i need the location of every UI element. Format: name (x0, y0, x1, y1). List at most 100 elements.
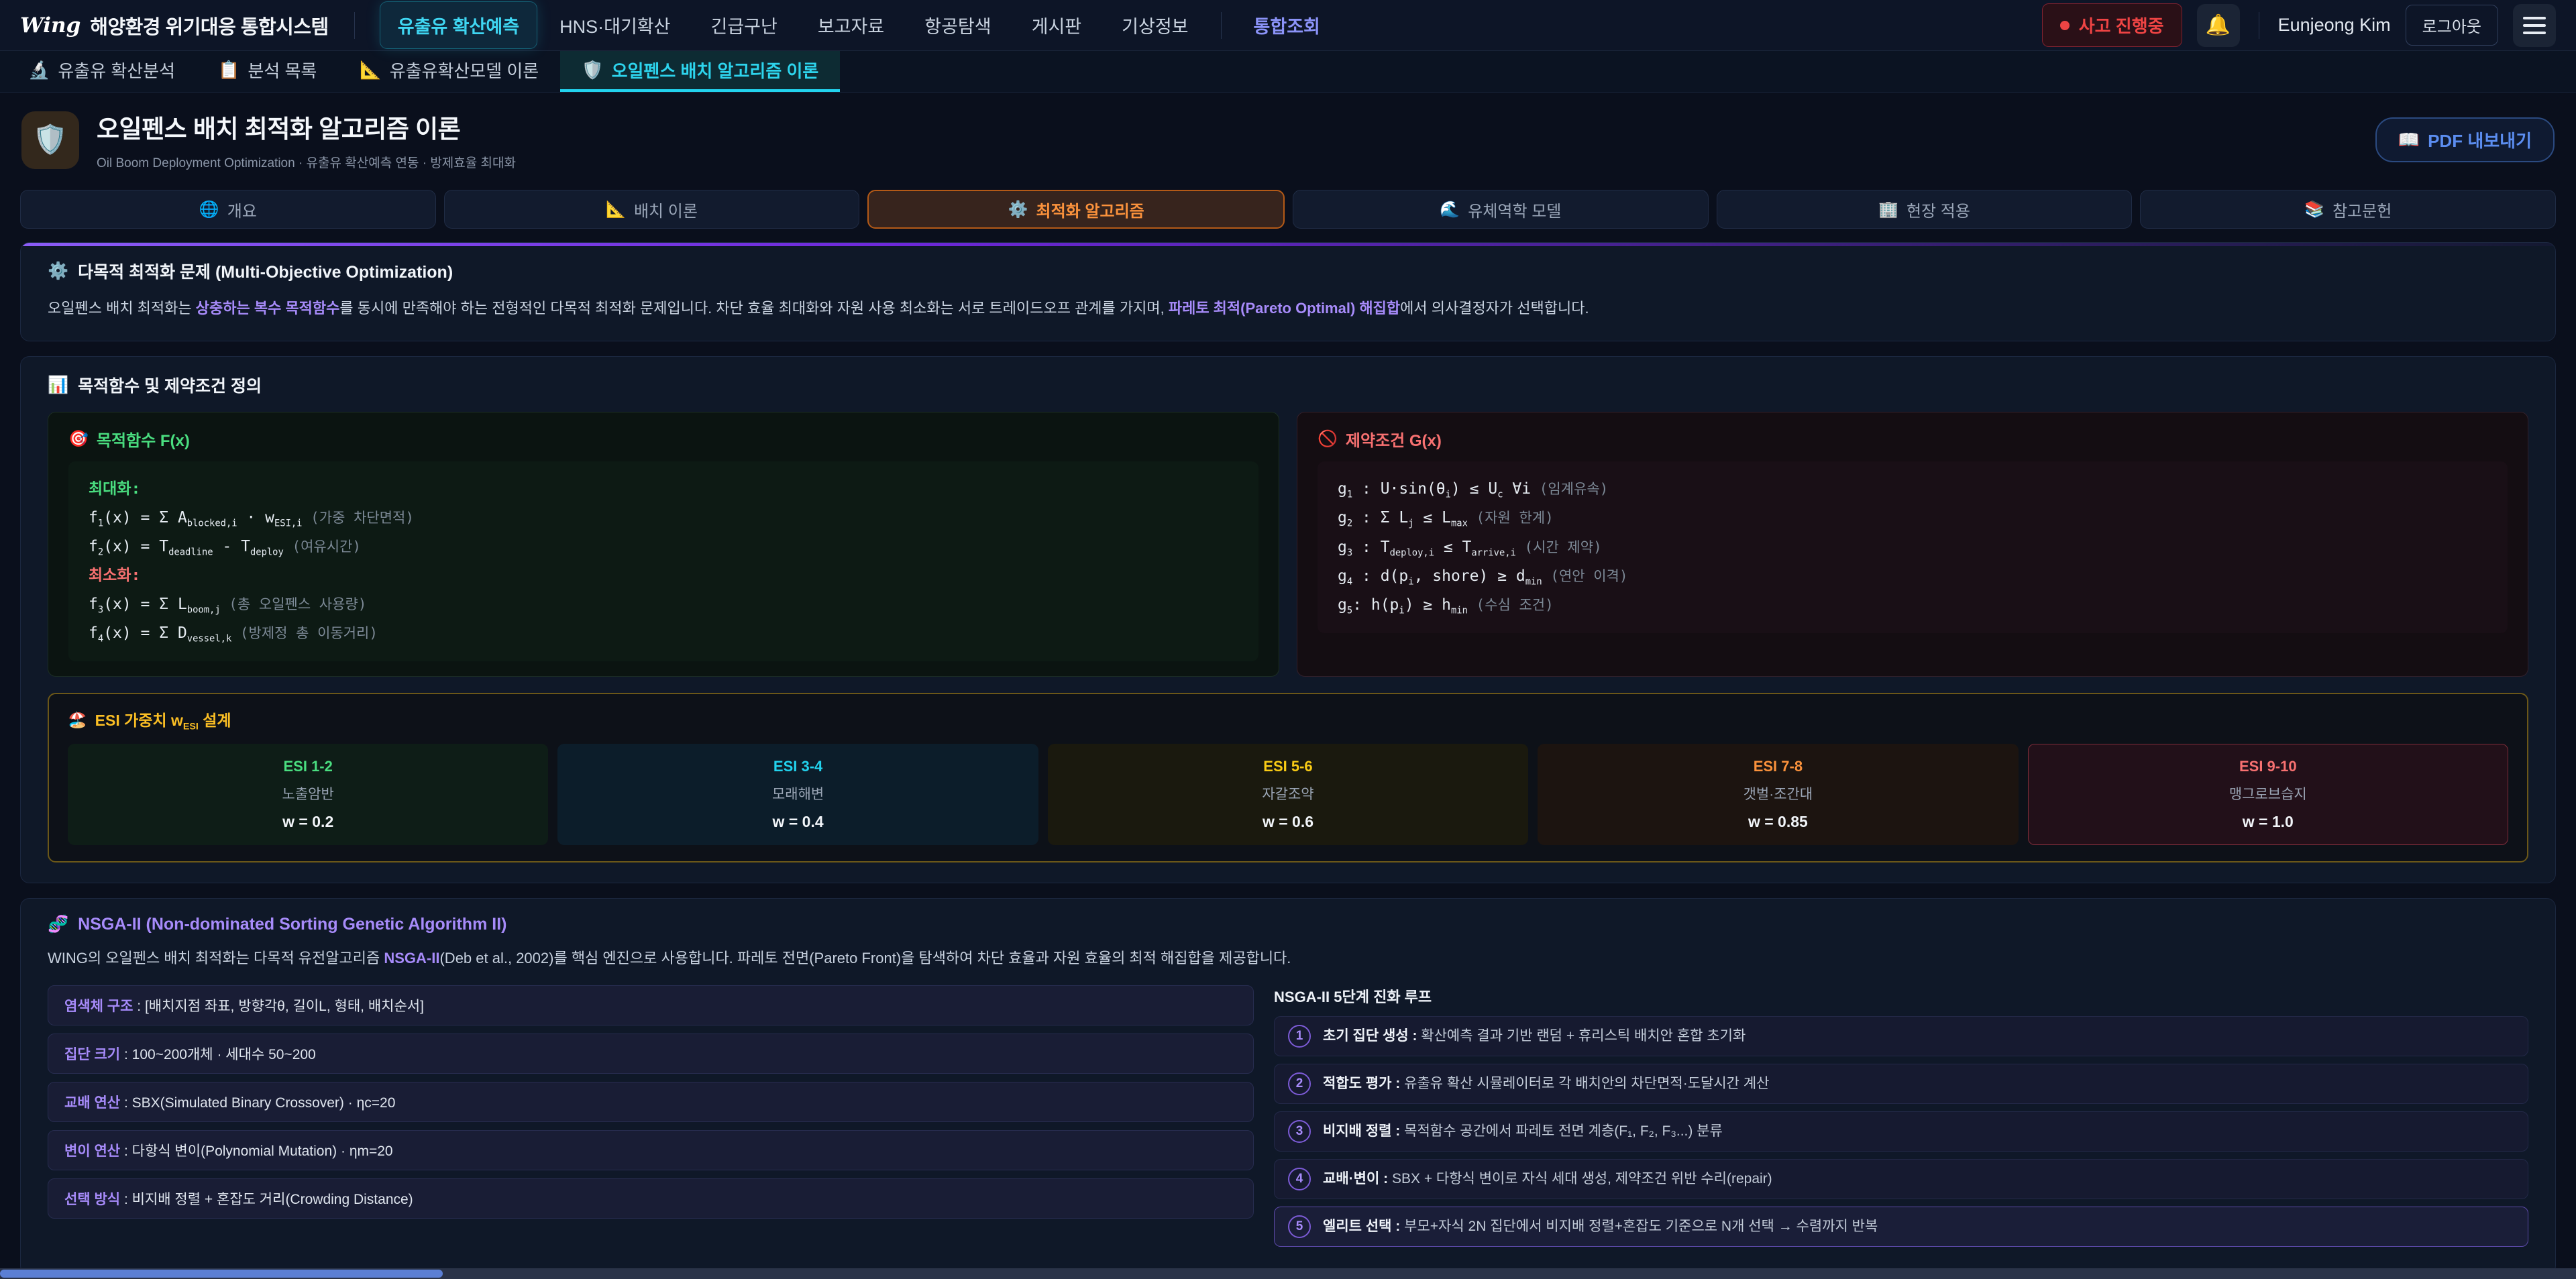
esi-cards-grid: ESI 1-2노출암반w = 0.2ESI 3-4모래해변w = 0.4ESI … (68, 744, 2508, 845)
nsga-param-row: 교배 연산 : SBX(Simulated Binary Crossover) … (48, 1082, 1254, 1122)
app-logo: Wing 해양환경 위기대응 통합시스템 (20, 11, 329, 40)
main-content: ⚙️ 다목적 최적화 문제 (Multi-Objective Optimizat… (0, 242, 2576, 1279)
code-label: 최대화: (89, 480, 140, 498)
tab-label: 분석 목록 (248, 58, 317, 82)
code-line: 최소화: (89, 561, 1238, 590)
menu-button[interactable] (2513, 4, 2556, 47)
objective-function-title: 🎯 목적함수 F(x) (68, 427, 1258, 451)
esi-weights-title: 🏖️ ESI 가중치 wESI 설계 (68, 708, 2508, 732)
nsga-card: 🧬 NSGA-II (Non-dominated Sorting Genetic… (20, 898, 2556, 1274)
section-tab-5[interactable]: 🏢 현장 적용 (1717, 190, 2133, 229)
nsga-param-row: 염색체 구조 : [배치지점 좌표, 방향각θ, 길이L, 형태, 배치순서] (48, 985, 1254, 1025)
section-tab-2[interactable]: 📐배치 이론 (444, 190, 860, 229)
nsga-step-2: 2적합도 평가 : 유출유 확산 시뮬레이터로 각 배치안의 차단면적·도달시간… (1274, 1064, 2528, 1104)
hamburger-icon (2523, 17, 2546, 34)
esi-name: 맹그로브습지 (2035, 783, 2501, 803)
step-text: 비지배 정렬 : 목적함수 공간에서 파레토 전면 계층(F₁, F₂, F₃.… (1323, 1121, 1723, 1141)
constraints-card: 🚫 제약조건 G(x) g1 : U·sin(θi) ≤ Uc ∀i (임계유속… (1297, 412, 2528, 677)
nsga-param-value: 100~200개체 · 세대수 50~200 (132, 1047, 316, 1062)
constraints-code-block: g1 : U·sin(θi) ≤ Uc ∀i (임계유속)g2 : Σ Lj ≤… (1318, 461, 2508, 633)
logout-button[interactable]: 로그아웃 (2406, 5, 2498, 46)
nav-item-1[interactable]: 유출유 확산예측 (380, 2, 537, 48)
section-tab-6[interactable]: 📚 참고문헌 (2140, 190, 2556, 229)
section-tab-label: 최적화 알고리즘 (1036, 198, 1144, 221)
section-tab-3[interactable]: ⚙️최적화 알고리즘 (867, 190, 1285, 229)
esi-weights-box: 🏖️ ESI 가중치 wESI 설계 ESI 1-2노출암반w = 0.2ESI… (48, 693, 2528, 863)
multi-objective-card: ⚙️ 다목적 최적화 문제 (Multi-Objective Optimizat… (20, 242, 2556, 341)
esi-range: ESI 7-8 (1545, 758, 2010, 775)
esi-name: 모래해변 (565, 783, 1030, 803)
code-line: f3(x) = Σ Lboom,j (총 오일펜스 사용량) (89, 590, 1238, 619)
section-tab-icon: 🌐 (199, 200, 219, 219)
bar-chart-icon: 📊 (48, 376, 68, 395)
code-note: (시간 제약) (1516, 539, 1602, 555)
nav-item-2[interactable]: HNS·대기확산 (542, 2, 688, 48)
definitions-card: 📊 목적함수 및 제약조건 정의 🎯 목적함수 F(x) 최대화:f1(x) =… (20, 356, 2556, 883)
esi-card-5: ESI 9-10맹그로브습지w = 1.0 (2028, 744, 2508, 845)
nsga-param-label: 변이 연산 (64, 1144, 120, 1159)
section-tab-label: 참고문헌 (2332, 198, 2392, 221)
incident-dot-icon (2060, 21, 2070, 30)
nsga-param-label: 선택 방식 (64, 1192, 120, 1207)
nav-item-4[interactable]: 보고자료 (800, 2, 902, 48)
section-tab-icon: 🏢 (1878, 200, 1898, 219)
esi-range: ESI 1-2 (75, 758, 541, 775)
nav-item-5[interactable]: 항공탐색 (907, 2, 1008, 48)
section-tabs: 🌐개요📐배치 이론⚙️최적화 알고리즘🌊유체역학 모델 🏢 현장 적용 📚 참고문헌 (20, 190, 2556, 229)
nsga-param-label: 염색체 구조 (64, 999, 133, 1014)
esi-card-2: ESI 3-4모래해변w = 0.4 (557, 744, 1038, 845)
horizontal-scrollbar[interactable] (0, 1268, 2576, 1279)
accent-text: 상충하는 복수 목적함수 (196, 300, 340, 317)
nsga-param-label: 집단 크기 (64, 1047, 120, 1062)
nsga-steps-list: 1초기 집단 생성 : 확산예측 결과 기반 랜덤 + 휴리스틱 배치안 혼합 … (1274, 1016, 2528, 1247)
tab-2[interactable]: 📋 분석 목록 (197, 51, 338, 92)
code-line: f1(x) = Σ Ablocked,i · wESI,i (가중 차단면적) (89, 504, 1238, 533)
code-note: (여유시간) (284, 539, 361, 555)
nav-item-6[interactable]: 게시판 (1014, 2, 1099, 48)
nsga-loop-panel: NSGA-II 5단계 진화 루프 1초기 집단 생성 : 확산예측 결과 기반… (1274, 985, 2528, 1254)
page-subtitle: Oil Boom Deployment Optimization · 유출유 확… (97, 153, 516, 171)
section-tab-icon: 📚 (2304, 200, 2324, 219)
code-note: (총 오일펜스 사용량) (221, 596, 367, 612)
beach-icon: 🏖️ (68, 711, 87, 729)
tab-icon: 🛡️ (582, 60, 603, 80)
tab-4[interactable]: 🛡️오일펜스 배치 알고리즘 이론 (560, 51, 840, 92)
shield-icon: 🛡️ (21, 111, 79, 169)
nav-item-8[interactable]: 통합조회 (1236, 2, 1338, 48)
code-line: f4(x) = Σ Dvessel,k (방제정 총 이동거리) (89, 619, 1238, 648)
step-text: 엘리트 선택 : 부모+자식 2N 집단에서 비지배 정렬+혼잡도 기준으로 N… (1323, 1217, 1878, 1236)
code-note: (방제정 총 이동거리) (231, 625, 378, 641)
wing-logo-text: Wing (20, 13, 80, 38)
tab-icon: 🔬 (28, 60, 50, 80)
nsga-param-label: 교배 연산 (64, 1095, 120, 1111)
nav-item-3[interactable]: 긴급구난 (693, 2, 794, 48)
nsga-loop-title: NSGA-II 5단계 진화 루프 (1274, 985, 2528, 1007)
nav-item-7[interactable]: 기상정보 (1104, 2, 1205, 48)
nsga-paragraph: WING의 오일펜스 배치 최적화는 다목적 유전알고리즘 NSGA-II(De… (48, 946, 2528, 970)
main-nav: 유출유 확산예측HNS·대기확산긴급구난보고자료항공탐색게시판기상정보 통합조회 (380, 2, 2042, 48)
top-navbar: Wing 해양환경 위기대응 통합시스템 유출유 확산예측HNS·대기확산긴급구… (0, 0, 2576, 51)
code-note: (수심 조건) (1468, 597, 1554, 613)
esi-range: ESI 5-6 (1055, 758, 1521, 775)
section-tab-1[interactable]: 🌐개요 (20, 190, 436, 229)
multi-objective-title: ⚙️ 다목적 최적화 문제 (Multi-Objective Optimizat… (48, 259, 2528, 283)
tab-icon: 📋 (218, 60, 239, 80)
esi-weight: w = 0.6 (1055, 813, 1521, 831)
section-tab-4[interactable]: 🌊유체역학 모델 (1293, 190, 1709, 229)
section-tab-label: 유체역학 모델 (1468, 198, 1561, 221)
esi-name: 갯벌·조간대 (1545, 783, 2010, 803)
nsga-step-1: 1초기 집단 생성 : 확산예측 결과 기반 랜덤 + 휴리스틱 배치안 혼합 … (1274, 1016, 2528, 1056)
multi-objective-paragraph: 오일펜스 배치 최적화는 상충하는 복수 목적함수를 동시에 만족해야 하는 전… (48, 296, 2528, 321)
step-text: 초기 집단 생성 : 확산예측 결과 기반 랜덤 + 휴리스틱 배치안 혼합 초… (1323, 1026, 1746, 1046)
notifications-button[interactable]: 🔔 (2197, 4, 2240, 47)
user-name: Eunjeong Kim (2278, 15, 2391, 36)
accent-text: NSGA-II (384, 950, 439, 966)
scrollbar-thumb[interactable] (0, 1270, 443, 1278)
tab-3[interactable]: 📐유출유확산모델 이론 (338, 51, 560, 92)
nsga-title: 🧬 NSGA-II (Non-dominated Sorting Genetic… (48, 915, 2528, 934)
incident-status-badge[interactable]: 사고 진행중 (2042, 3, 2182, 47)
tab-1[interactable]: 🔬유출유 확산분석 (7, 51, 197, 92)
esi-card-4: ESI 7-8갯벌·조간대w = 0.85 (1538, 744, 2018, 845)
section-tab-label: 현장 적용 (1907, 198, 1970, 221)
pdf-export-button[interactable]: 📖 PDF 내보내기 (2375, 117, 2555, 162)
